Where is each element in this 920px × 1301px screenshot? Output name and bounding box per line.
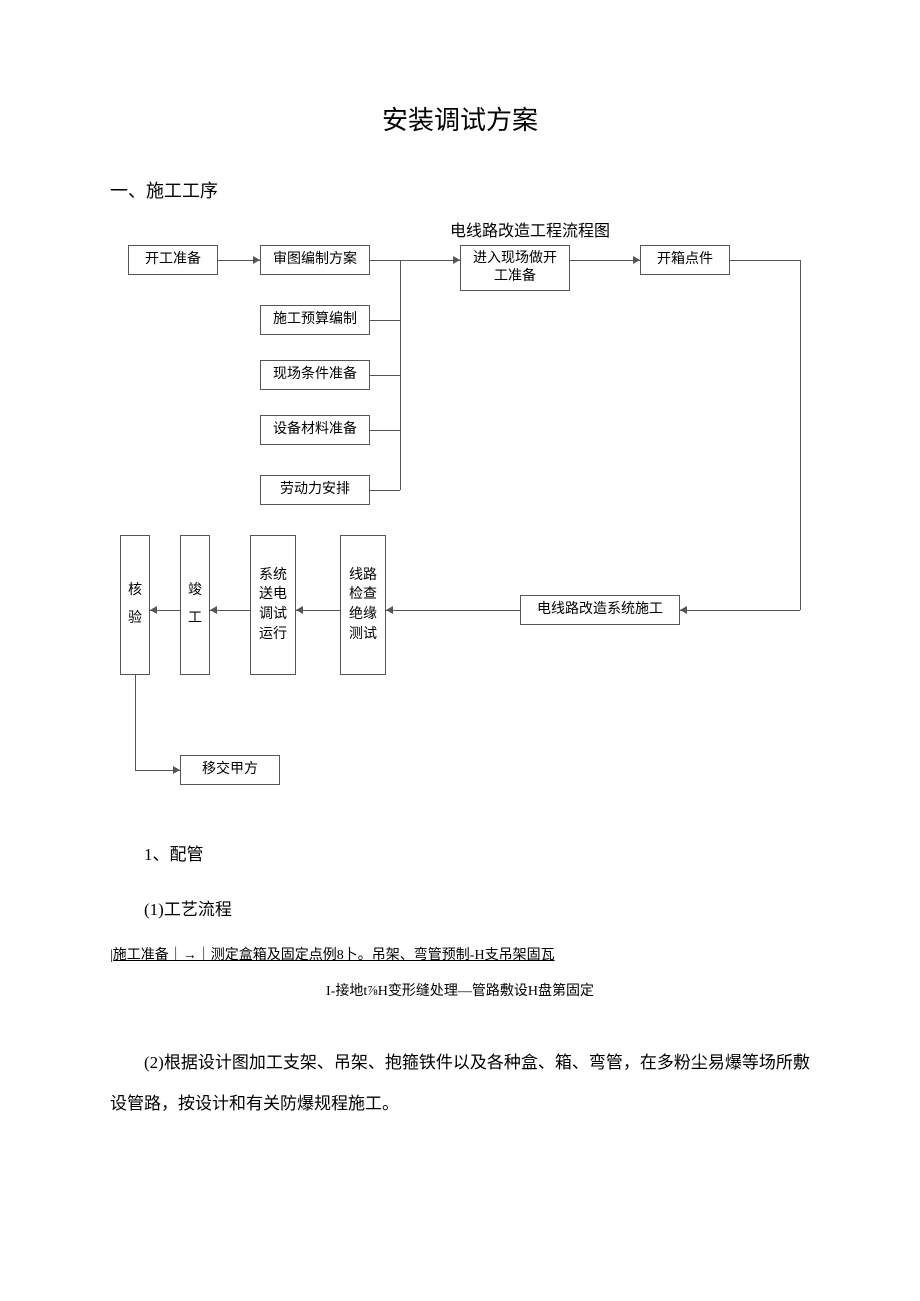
box-completion: 竣工 [180,535,210,675]
page-title: 安装调试方案 [110,100,810,137]
connector [800,260,801,610]
connector [386,610,520,611]
box-start-prep: 开工准备 [128,245,218,275]
box-unbox-check: 开箱点件 [640,245,730,275]
connector [680,610,800,611]
connector [370,490,400,491]
connector [570,260,640,261]
connector [400,260,401,490]
arrow-icon [150,606,157,614]
box-system-construction: 电线路改造系统施工 [520,595,680,625]
heading-process-flow: (1)工艺流程 [110,890,810,931]
arrow-icon [386,606,393,614]
connector [730,260,800,261]
flowchart-title: 电线路改造工程流程图 [250,217,810,241]
connector [370,375,400,376]
section-heading-1: 一、施工工序 [110,177,810,203]
arrow-icon [173,766,180,774]
box-materials: 设备材料准备 [260,415,370,445]
box-labor: 劳动力安排 [260,475,370,505]
box-review-plan: 审图编制方案 [260,245,370,275]
connector [370,430,400,431]
arrow-icon [633,256,640,264]
connector [370,320,400,321]
flowchart: 开工准备 审图编制方案 进入现场做开工准备 开箱点件 施工预算编制 现场条件准备… [120,245,820,805]
connector [135,675,136,770]
box-site-cond: 现场条件准备 [260,360,370,390]
arrow-icon [453,256,460,264]
box-power-test: 系统送电调试运行 [250,535,296,675]
heading-piping: 1、配管 [110,835,810,876]
arrow-icon [210,606,217,614]
connector [370,260,460,261]
arrow-icon [680,606,687,614]
box-enter-site: 进入现场做开工准备 [460,245,570,291]
box-handover: 移交甲方 [180,755,280,785]
box-acceptance: 核验 [120,535,150,675]
box-line-insulation: 线路检查绝缘测试 [340,535,386,675]
box-budget: 施工预算编制 [260,305,370,335]
arrow-icon [253,256,260,264]
arrow-icon [296,606,303,614]
paragraph-2: (2)根据设计图加工支架、吊架、抱箍铁件以及各种盒、箱、弯管，在多粉尘易爆等场所… [110,1043,810,1125]
flow-text-1: |施工准备｜→｜测定盒箱及固定点例8卜。吊架、弯管预制-H支吊架固瓦 [110,945,810,967]
flow-text-2: I-接地t⅞H变形缝处理—管路敷设H盘第固定 [110,981,810,1003]
